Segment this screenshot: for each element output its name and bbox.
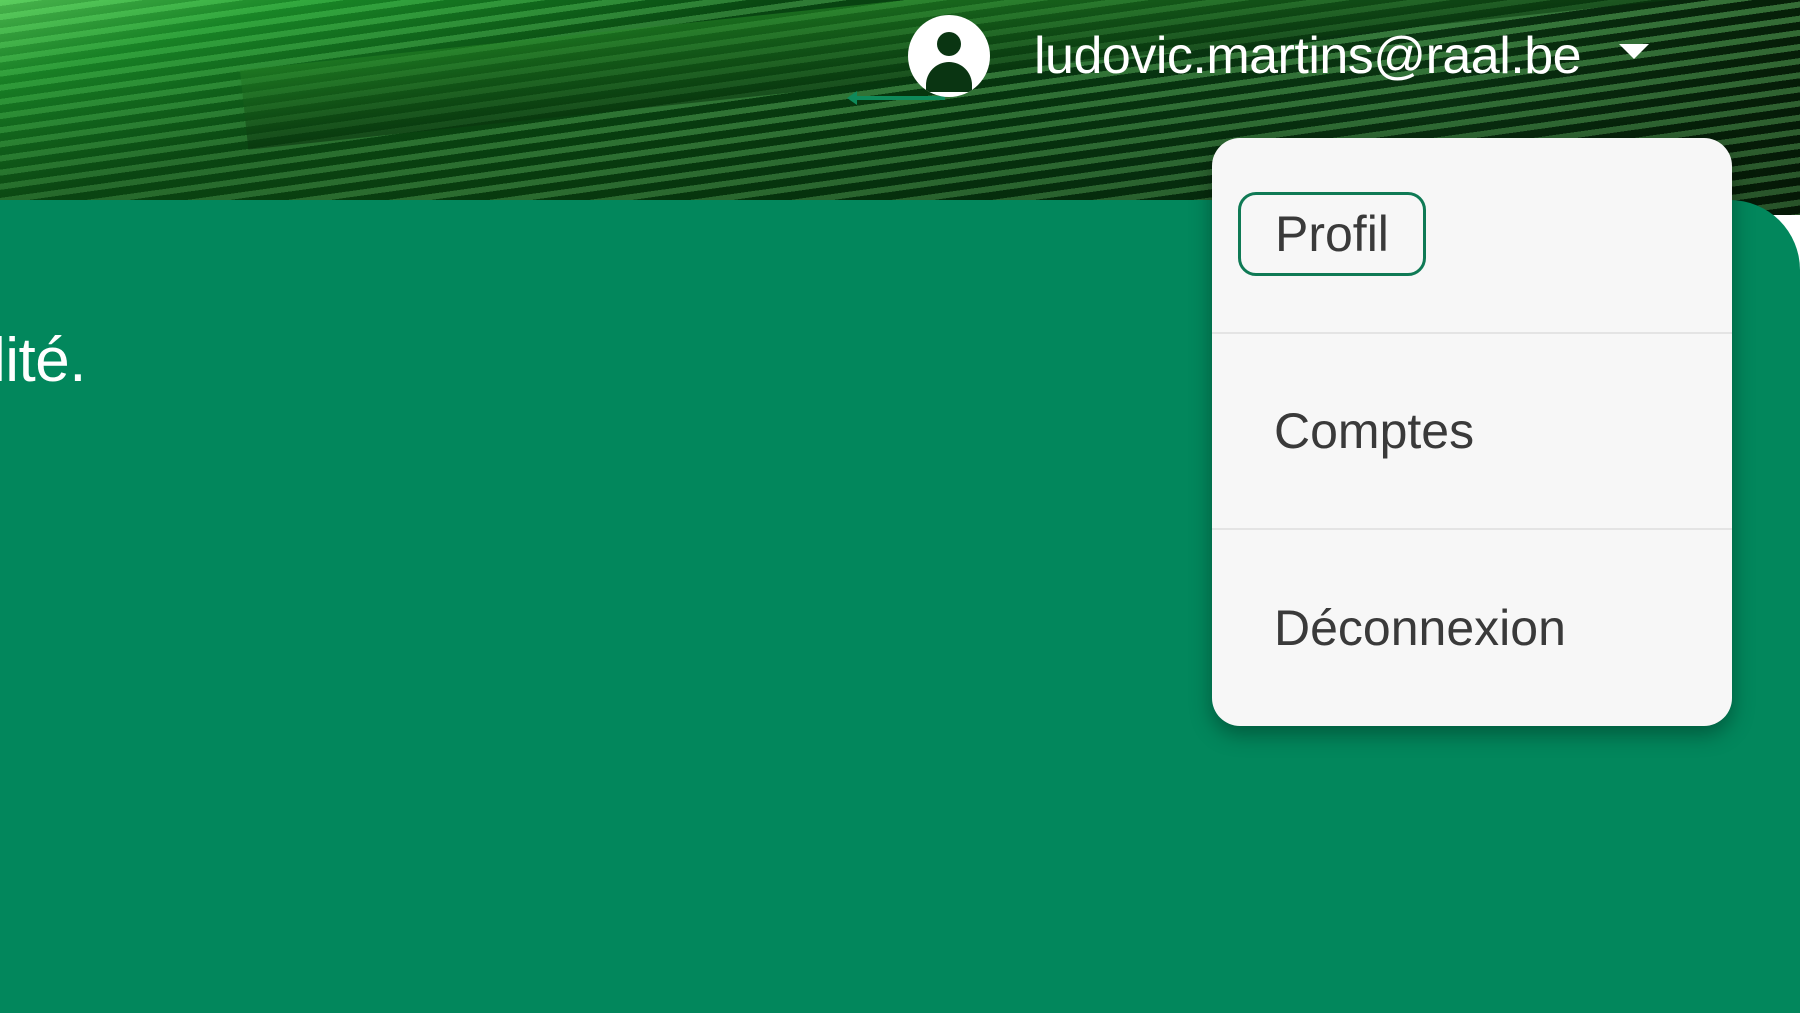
- user-circle-icon: [908, 15, 990, 97]
- user-email: ludovic.martins@raal.be: [1034, 27, 1582, 85]
- menu-item-deconnexion[interactable]: Déconnexion: [1212, 530, 1732, 726]
- menu-item-label: Comptes: [1274, 403, 1475, 459]
- main-panel-text: lité.: [0, 326, 86, 395]
- menu-item-label: Déconnexion: [1274, 600, 1566, 656]
- caret-down-icon[interactable]: [1619, 43, 1650, 59]
- menu-item-comptes[interactable]: Comptes: [1212, 334, 1732, 530]
- user-menu-trigger[interactable]: ludovic.martins@raal.be: [908, 12, 1650, 100]
- app-screen: ludovic.martins@raal.be lité. Profil Com…: [0, 0, 1800, 1013]
- user-dropdown-menu: Profil Comptes Déconnexion: [1212, 138, 1732, 726]
- menu-item-label: Profil: [1238, 192, 1426, 276]
- menu-item-profil[interactable]: Profil: [1212, 138, 1732, 334]
